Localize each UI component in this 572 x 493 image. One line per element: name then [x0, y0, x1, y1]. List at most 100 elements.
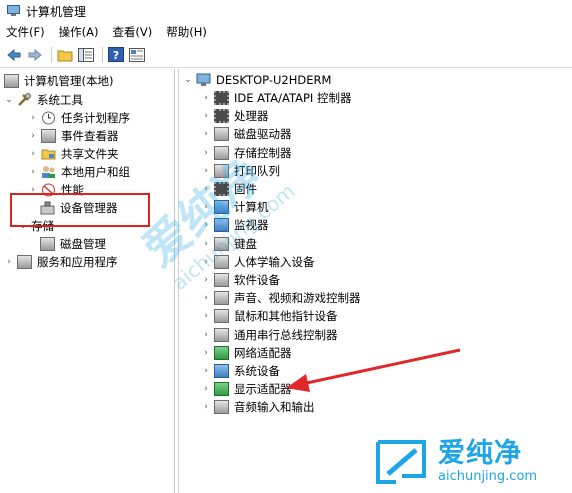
tree-item-label: 本地用户和组 — [61, 165, 130, 179]
device-category-icon — [214, 400, 229, 415]
tree-item-computer-management[interactable]: 计算机管理(本地) — [4, 72, 113, 90]
device-category-item[interactable]: › 声音、视频和游戏控制器 — [201, 289, 361, 307]
computer-management-icon — [7, 5, 20, 17]
annotation-arrow — [286, 348, 461, 392]
device-category-icon — [214, 291, 229, 306]
device-category-label: IDE ATA/ATAPI 控制器 — [234, 91, 352, 105]
device-category-item[interactable]: › 显示适配器 — [201, 380, 292, 398]
svg-text:?: ? — [113, 49, 119, 62]
highlight-box — [10, 193, 150, 227]
chevron-right-icon[interactable]: › — [201, 184, 211, 194]
chevron-right-icon[interactable]: › — [201, 148, 211, 158]
chevron-right-icon[interactable]: › — [201, 202, 211, 212]
users-icon — [41, 165, 56, 179]
device-category-item[interactable]: › 处理器 — [201, 107, 269, 125]
disk-icon — [40, 237, 55, 251]
chevron-right-icon[interactable]: › — [201, 402, 211, 412]
device-category-item[interactable]: › 磁盘驱动器 — [201, 125, 292, 143]
tree-item-label: 服务和应用程序 — [37, 255, 118, 269]
properties-icon[interactable] — [128, 46, 146, 64]
device-category-label: 存储控制器 — [234, 145, 292, 160]
device-category-label: 处理器 — [234, 109, 269, 124]
device-category-label: 人体学输入设备 — [234, 254, 315, 269]
chevron-down-icon[interactable]: ⌄ — [183, 75, 193, 85]
toolbar-divider — [102, 46, 103, 63]
console-tree-pane: 计算机管理(本地) ⌄ 系统工具 › 任务计划程序 › 事件查看器 › 共享文件… — [0, 69, 175, 493]
tree-item-system-tools[interactable]: ⌄ 系统工具 — [4, 91, 83, 109]
tree-item-label: 系统工具 — [37, 93, 83, 107]
tree-item-shared-folders[interactable]: › 共享文件夹 — [28, 145, 119, 163]
chevron-right-icon[interactable]: › — [201, 384, 211, 394]
computer-management-icon — [4, 74, 19, 88]
device-category-item[interactable]: › 打印队列 — [201, 162, 280, 180]
tree-item-event-viewer[interactable]: › 事件查看器 — [28, 127, 119, 145]
device-category-icon — [214, 327, 229, 342]
device-category-item[interactable]: › 软件设备 — [201, 271, 280, 289]
chevron-right-icon[interactable]: › — [4, 257, 14, 267]
chevron-right-icon[interactable]: › — [28, 113, 38, 123]
device-category-item[interactable]: › 音频输入和输出 — [201, 398, 315, 416]
chevron-right-icon[interactable]: › — [201, 111, 211, 121]
help-icon[interactable]: ? — [107, 46, 125, 64]
device-category-item[interactable]: › 系统设备 — [201, 362, 280, 380]
device-category-item[interactable]: › 键盘 — [201, 235, 257, 253]
device-category-item[interactable]: › IDE ATA/ATAPI 控制器 — [201, 89, 351, 107]
chevron-right-icon[interactable]: › — [201, 311, 211, 321]
device-category-item[interactable]: › 计算机 — [201, 198, 269, 216]
chevron-right-icon[interactable]: › — [28, 149, 38, 159]
chevron-right-icon[interactable]: › — [201, 93, 211, 103]
device-category-icon — [214, 91, 229, 105]
toolbar-divider — [51, 46, 52, 63]
device-category-item[interactable]: › 固件 — [201, 180, 257, 198]
device-tree-root[interactable]: ⌄ DESKTOP-U2HDERM — [183, 71, 331, 89]
tree-item-label: 任务计划程序 — [61, 111, 130, 125]
device-category-label: 鼠标和其他指针设备 — [234, 309, 338, 324]
tree-item-services-apps[interactable]: › 服务和应用程序 — [4, 253, 118, 271]
chevron-right-icon[interactable]: › — [201, 366, 211, 376]
chevron-right-icon[interactable]: › — [201, 257, 211, 267]
chevron-down-icon[interactable]: ⌄ — [4, 95, 14, 105]
menu-help[interactable]: 帮助(H) — [166, 24, 207, 40]
event-viewer-icon — [41, 129, 56, 143]
device-category-item[interactable]: › 监视器 — [201, 216, 269, 234]
device-category-label: 监视器 — [234, 218, 269, 233]
tree-item-local-users[interactable]: › 本地用户和组 — [28, 163, 130, 181]
tree-item-label: 共享文件夹 — [61, 147, 119, 161]
device-category-item[interactable]: › 鼠标和其他指针设备 — [201, 307, 338, 325]
device-category-item[interactable]: › 人体学输入设备 — [201, 253, 315, 271]
menu-view[interactable]: 查看(V) — [112, 24, 152, 40]
computer-icon — [196, 73, 211, 87]
chevron-right-icon[interactable]: › — [201, 330, 211, 340]
device-category-icon — [214, 364, 229, 378]
tree-item-task-scheduler[interactable]: › 任务计划程序 — [28, 109, 130, 127]
device-category-item[interactable]: › 网络适配器 — [201, 344, 292, 362]
chevron-right-icon[interactable]: › — [28, 131, 38, 141]
chevron-right-icon[interactable]: › — [201, 348, 211, 358]
back-arrow-icon[interactable] — [5, 46, 23, 64]
watermark-logo-icon — [372, 436, 430, 488]
show-hide-console-tree-icon[interactable] — [77, 46, 95, 64]
chevron-right-icon[interactable]: › — [201, 166, 211, 176]
device-category-icon — [214, 218, 229, 233]
chevron-right-icon[interactable]: › — [201, 239, 211, 249]
chevron-right-icon[interactable]: › — [28, 167, 38, 177]
computer-name: DESKTOP-U2HDERM — [216, 73, 332, 87]
chevron-right-icon[interactable]: › — [201, 275, 211, 285]
up-folder-icon[interactable] — [56, 46, 74, 64]
shared-folder-icon — [41, 147, 56, 161]
title-bar: 计算机管理 — [0, 0, 572, 22]
forward-arrow-icon[interactable] — [26, 46, 44, 64]
tree-item-disk-management[interactable]: 磁盘管理 — [40, 235, 106, 253]
menu-file[interactable]: 文件(F) — [6, 24, 45, 40]
chevron-right-icon[interactable]: › — [201, 220, 211, 230]
chevron-right-icon[interactable]: › — [201, 129, 211, 139]
device-category-icon — [214, 109, 229, 124]
device-category-item[interactable]: › 通用串行总线控制器 — [201, 326, 338, 344]
menu-bar: 文件(F) 操作(A) 查看(V) 帮助(H) — [0, 22, 572, 42]
device-category-item[interactable]: › 存储控制器 — [201, 144, 292, 162]
device-category-icon — [214, 309, 229, 324]
menu-action[interactable]: 操作(A) — [59, 24, 99, 40]
chevron-right-icon[interactable]: › — [201, 293, 211, 303]
toolbar: ? — [0, 42, 572, 68]
watermark-badge-cn: 爱纯净 — [438, 438, 522, 469]
